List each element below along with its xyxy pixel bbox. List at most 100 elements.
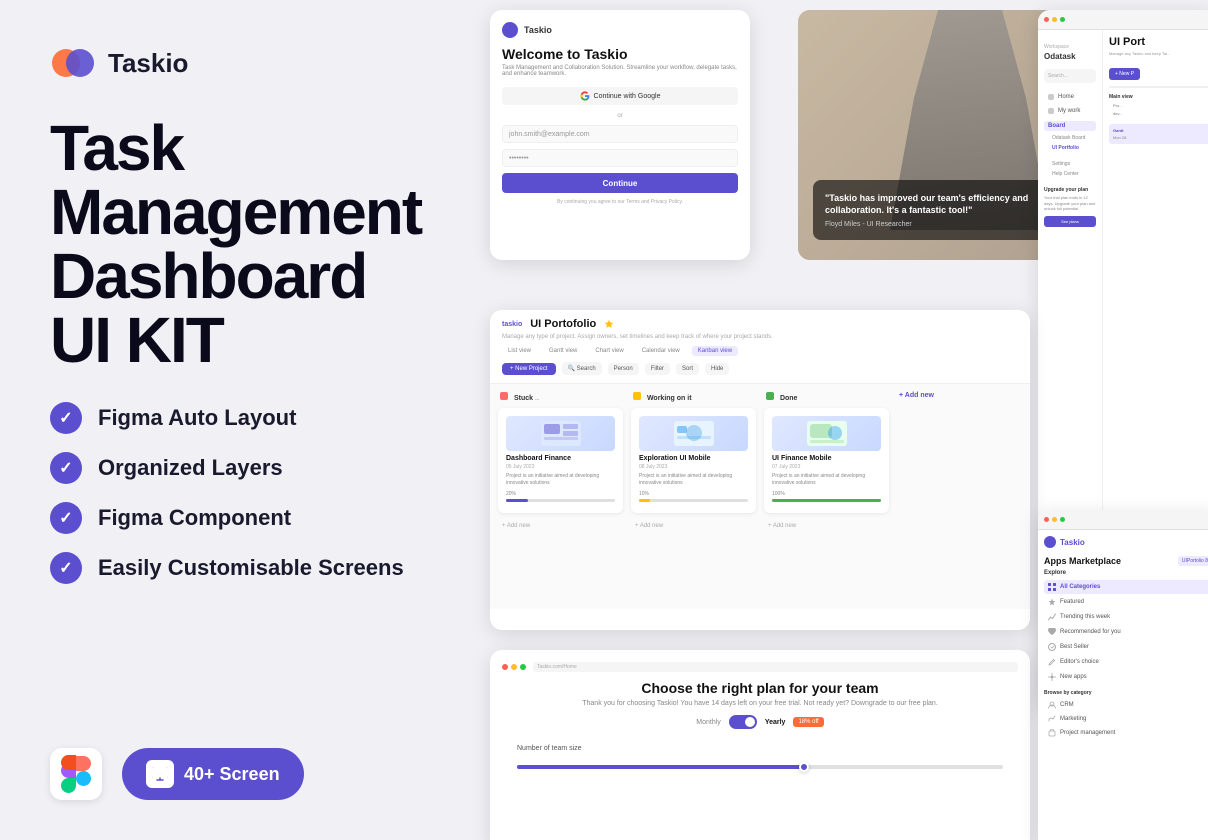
pricing-browser-chrome: Taskio.com/Home	[502, 662, 1018, 672]
sparkle-icon	[1048, 673, 1056, 681]
kanban-card-2[interactable]: Exploration UI Mobile 08 July 2023 Proje…	[631, 408, 756, 513]
category-editors[interactable]: Editor's choice	[1044, 655, 1208, 669]
cat-recommended-label: Recommended for you	[1060, 629, 1121, 635]
pricing-slider[interactable]	[517, 762, 1003, 772]
kanban-card-3[interactable]: UI Finance Mobile 07 July 2023 Project i…	[764, 408, 889, 513]
google-btn-text: Continue with Google	[594, 93, 661, 100]
kanban-tabs: List view Gantt view Chart view Calendar…	[502, 346, 1018, 356]
badge-icon	[1048, 643, 1056, 651]
category-trending[interactable]: Trending this week	[1044, 610, 1208, 624]
marketplace-title: Apps Marketplace	[1044, 556, 1121, 566]
pricing-subtitle: Thank you for choosing Taskio! You have …	[502, 700, 1018, 707]
monthly-option[interactable]: Monthly	[696, 719, 721, 726]
add-new-done[interactable]: + Add new	[764, 519, 889, 533]
category-all[interactable]: All Categories	[1044, 580, 1208, 594]
marketplace-logo-text: Taskio	[1060, 538, 1085, 547]
kanban-filter-btn[interactable]: Filter	[645, 363, 670, 375]
sidebar-search[interactable]: Search...	[1044, 69, 1096, 83]
category-recommended[interactable]: Recommended for you	[1044, 625, 1208, 639]
subcat-project[interactable]: Project management	[1044, 727, 1208, 739]
right-panel-heading: UI Port	[1109, 36, 1208, 48]
bottom-nav: Settings Help Center	[1044, 159, 1096, 179]
kanban-hide-btn[interactable]: Hide	[705, 363, 729, 375]
board-item-2[interactable]: UI Portfolio	[1044, 143, 1096, 153]
upgrade-title: Upgrade your plan	[1044, 187, 1096, 193]
kanban-new-project-btn[interactable]: + New Project	[502, 363, 556, 375]
cat-featured-label: Featured	[1060, 599, 1084, 605]
add-new-working[interactable]: + Add new	[631, 519, 756, 533]
kanban-sort-btn[interactable]: Sort	[676, 363, 699, 375]
add-new-stuck[interactable]: + Add new	[498, 519, 623, 533]
category-bestseller[interactable]: Best Seller	[1044, 640, 1208, 654]
sub-categories-list: CRM Marketing Project management	[1044, 699, 1208, 739]
google-btn[interactable]: Continue with Google	[502, 87, 738, 105]
pricing-close-dot	[502, 664, 508, 670]
browser-chrome-1	[1038, 10, 1208, 30]
tab-calendar[interactable]: Calendar view	[636, 346, 686, 356]
tab-list[interactable]: List view	[502, 346, 537, 356]
card-img-2	[639, 416, 748, 451]
pricing-screenshot: Taskio.com/Home Choose the right plan fo…	[490, 650, 1030, 840]
board-section: Board Odatask Board UI Portfolio	[1044, 121, 1096, 153]
category-new[interactable]: New apps	[1044, 670, 1208, 684]
subcat-marketing[interactable]: Marketing	[1044, 713, 1208, 725]
feature-item-1: Figma Auto Layout	[50, 402, 420, 434]
heart-icon	[1048, 628, 1056, 636]
col-working-header: Working on it	[631, 392, 756, 402]
tab-kanban[interactable]: Kanban view	[692, 346, 738, 356]
see-plans-btn[interactable]: See plans	[1044, 216, 1096, 227]
toggle-bar[interactable]	[729, 715, 757, 729]
login-submit-btn[interactable]: Continue	[502, 173, 738, 193]
divider	[1109, 86, 1208, 88]
help-item[interactable]: Help Center	[1044, 169, 1096, 179]
team-size-label: Number of team size	[517, 745, 582, 752]
subcat-crm[interactable]: CRM	[1044, 699, 1208, 711]
monitor-icon	[146, 760, 174, 788]
nav-mywork[interactable]: My work	[1044, 105, 1096, 117]
board-item-1[interactable]: Odatask Board	[1044, 133, 1096, 143]
settings-item[interactable]: Settings	[1044, 159, 1096, 169]
pricing-expand-dot	[520, 664, 526, 670]
subcat-crm-label: CRM	[1060, 702, 1074, 708]
kanban-search-btn[interactable]: 🔍 Search	[562, 362, 602, 375]
nav-home[interactable]: Home	[1044, 91, 1096, 103]
cat-new-label: New apps	[1060, 674, 1087, 680]
screen-count-badge: 40+ Screen	[122, 748, 304, 800]
min-dot-2	[1052, 517, 1057, 522]
kanban-title: UI Portofolio	[530, 318, 596, 330]
portfolio-tag: UIPortolio 8	[1178, 556, 1208, 566]
marketplace-header-row: Apps Marketplace UIPortolio 8	[1044, 556, 1208, 566]
team-size-row: Number of team size	[517, 745, 1003, 752]
headline: Task Management Dashboard UI KIT	[50, 116, 420, 372]
card-img-1	[506, 416, 615, 451]
email-field[interactable]: john.smith@example.com	[502, 125, 738, 143]
kanban-card-1[interactable]: Dashboard Finance 05 July 2023 Project i…	[498, 408, 623, 513]
tab-chart[interactable]: Chart view	[589, 346, 629, 356]
progress-label-1: 20%	[506, 491, 615, 497]
hero-quote-box: "Taskio has improved our team's efficien…	[813, 180, 1063, 240]
tab-gantt[interactable]: Gantt view	[543, 346, 583, 356]
progress-fill-2	[639, 499, 650, 502]
kanban-body: Stuck ... Dashboard Finance 05 July 202	[490, 384, 1030, 609]
card-img-3	[772, 416, 881, 451]
col-addnew-header[interactable]: + Add new	[897, 392, 1022, 399]
cat-trending-label: Trending this week	[1060, 614, 1110, 620]
view-item-2: dev...	[1113, 110, 1208, 118]
kanban-col-stuck: Stuck ... Dashboard Finance 05 July 202	[498, 392, 623, 601]
card-title-2: Exploration UI Mobile	[639, 455, 748, 462]
card-date-3: 07 July 2023	[772, 464, 881, 470]
progress-bar-2	[639, 499, 748, 502]
marketing-icon	[1048, 715, 1056, 723]
figma-icon	[50, 748, 102, 800]
category-featured[interactable]: Featured	[1044, 595, 1208, 609]
progress-label-2: 10%	[639, 491, 748, 497]
right-new-btn[interactable]: + New P	[1109, 68, 1140, 80]
yearly-option[interactable]: Yearly	[765, 719, 786, 726]
nav-mywork-label: My work	[1058, 108, 1080, 114]
kanban-person-filter[interactable]: Person	[608, 363, 639, 375]
categories-list: All Categories Featured Trending this we…	[1044, 580, 1208, 684]
slider-thumb[interactable]	[799, 762, 809, 772]
hero-quote-text: "Taskio has improved our team's efficien…	[825, 192, 1051, 217]
browse-by-category-label: Browse by category	[1044, 690, 1208, 696]
password-field[interactable]: ••••••••	[502, 149, 738, 167]
